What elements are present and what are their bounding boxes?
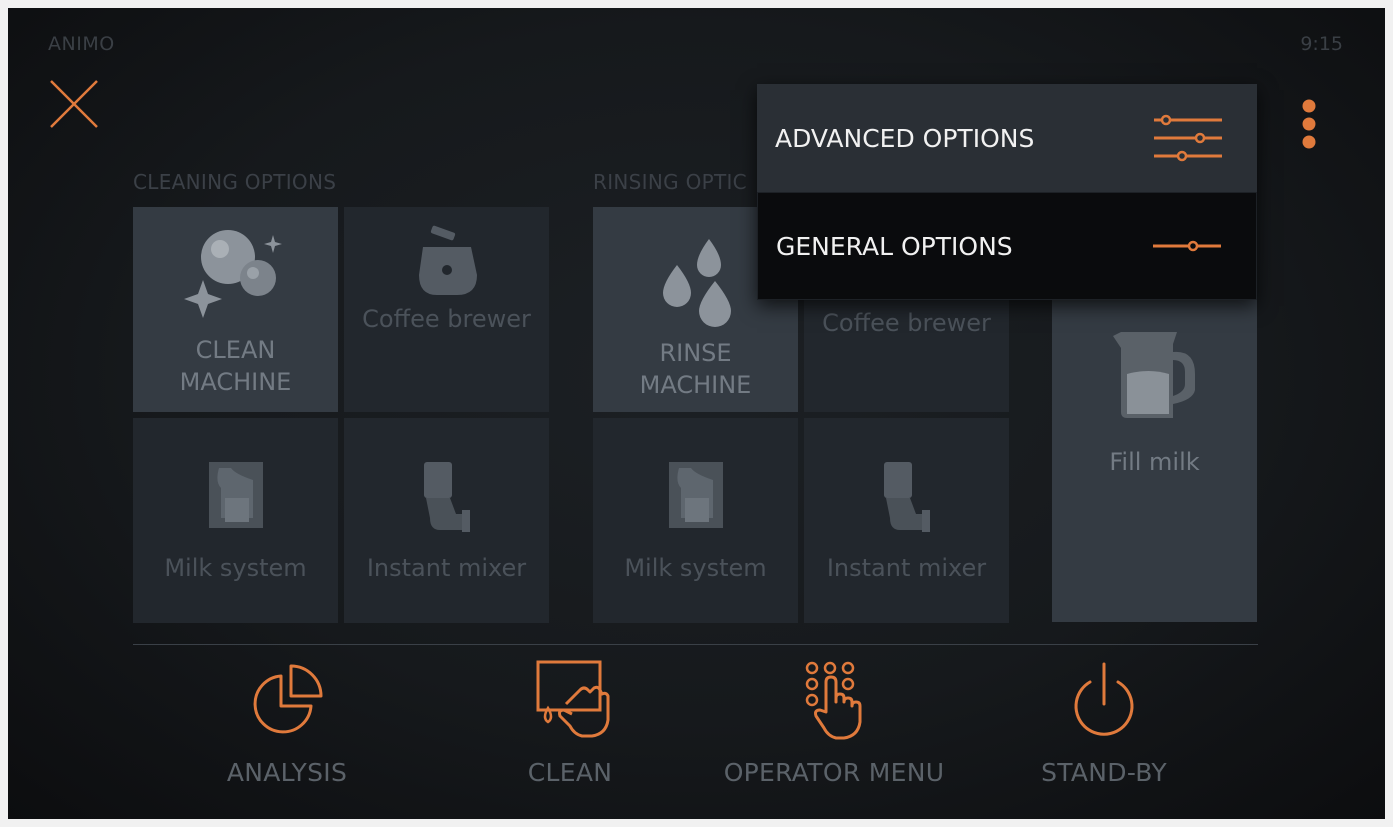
- standby-button[interactable]: STAND-BY: [994, 660, 1214, 800]
- brand-label: ANIMO: [48, 33, 115, 55]
- clean-machine-label: CLEAN MACHINE: [179, 335, 292, 396]
- milk-system-rinse-tile[interactable]: Milk system: [593, 418, 798, 623]
- options-dropdown: ADVANCED OPTIONS GENERAL OPTIONS: [757, 84, 1257, 300]
- instant-mixer-clean-tile[interactable]: Instant mixer: [344, 418, 549, 623]
- brewer-icon: [418, 225, 477, 295]
- instant-mixer-rinse-label: Instant mixer: [826, 553, 987, 582]
- pie-chart-icon: [253, 664, 323, 734]
- milk-system-rinse-label: Milk system: [624, 553, 767, 582]
- standby-label: STAND-BY: [1041, 758, 1167, 787]
- clean-label: CLEAN: [527, 758, 613, 787]
- milk-system-clean-label: Milk system: [164, 553, 307, 582]
- clean-hand-icon: [536, 660, 610, 738]
- milk-system-clean-tile[interactable]: Milk system: [133, 418, 338, 623]
- analysis-button[interactable]: ANALYSIS: [177, 660, 397, 800]
- rinsing-options-title: RINSING OPTIC: [593, 170, 747, 194]
- clock: 9:15: [1300, 33, 1343, 55]
- water-drops-icon: [662, 238, 731, 327]
- instant-mixer-rinse-tile[interactable]: Instant mixer: [804, 418, 1009, 623]
- machine-screen: ANIMO 9:15 CLEANING OPTIONS CLEAN MACHIN…: [8, 8, 1385, 819]
- analysis-label: ANALYSIS: [226, 758, 348, 787]
- bottom-divider: [133, 644, 1258, 645]
- operator-menu-label: OPERATOR MENU: [723, 758, 945, 787]
- sparkle-bubbles-icon: [183, 229, 282, 318]
- general-options-item[interactable]: GENERAL OPTIONS: [757, 192, 1257, 300]
- advanced-options-label: ADVANCED OPTIONS: [775, 123, 1035, 153]
- sliders-icon: [1154, 114, 1222, 162]
- general-options-label: GENERAL OPTIONS: [776, 231, 1013, 261]
- fill-milk-label: Fill milk: [1109, 448, 1200, 476]
- more-options-button[interactable]: [1294, 96, 1324, 152]
- coffee-brewer-rinse-label: Coffee brewer: [822, 309, 991, 337]
- kebab-icon: [1302, 99, 1316, 149]
- close-icon: [50, 80, 98, 128]
- keypad-touch-icon: [805, 661, 862, 740]
- close-button[interactable]: [48, 78, 100, 130]
- advanced-options-item[interactable]: ADVANCED OPTIONS: [757, 84, 1257, 192]
- coffee-brewer-clean-label: Coffee brewer: [362, 305, 531, 333]
- cleaning-options-title: CLEANING OPTIONS: [133, 170, 337, 194]
- instant-mixer-clean-label: Instant mixer: [366, 553, 527, 582]
- mixer-icon: [423, 461, 470, 532]
- power-icon: [1074, 662, 1134, 736]
- operator-menu-button[interactable]: OPERATOR MENU: [724, 660, 944, 800]
- milk-system-icon: [668, 461, 723, 528]
- rinse-machine-label: RINSE MACHINE: [639, 338, 752, 399]
- mixer-icon: [883, 461, 930, 532]
- fill-milk-tile[interactable]: Fill milk: [1052, 288, 1257, 622]
- milk-jug-icon: [1112, 332, 1195, 418]
- milk-system-icon: [208, 461, 263, 528]
- slider-icon: [1153, 240, 1221, 252]
- clean-button[interactable]: CLEAN: [460, 660, 680, 800]
- coffee-brewer-clean-tile[interactable]: Coffee brewer: [344, 207, 549, 412]
- clean-machine-tile[interactable]: CLEAN MACHINE: [133, 207, 338, 412]
